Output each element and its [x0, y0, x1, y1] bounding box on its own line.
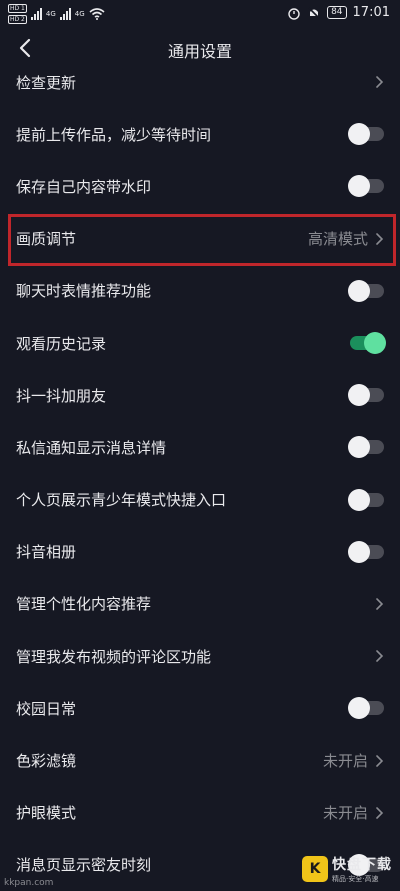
- alarm-icon: [288, 7, 300, 20]
- toggle-knob: [348, 488, 370, 511]
- battery-icon: 84: [327, 6, 347, 19]
- watermark-badge-icon: K: [302, 856, 328, 882]
- chevron-right-icon: [376, 754, 384, 767]
- highlight-box: [8, 214, 396, 266]
- chevron-right-icon: [376, 650, 384, 662]
- chevron-right-icon: [376, 76, 384, 88]
- settings-row[interactable]: 护眼模式 未开启: [0, 787, 400, 839]
- settings-row[interactable]: 私信通知显示消息详情: [0, 421, 400, 473]
- toggle-knob: [348, 697, 370, 720]
- settings-row-label: 校园日常: [16, 699, 77, 718]
- toggle-switch[interactable]: [348, 279, 384, 302]
- network-type-2: 4G: [74, 10, 85, 18]
- watermark-subtitle: 精品·安全·高速: [332, 875, 379, 883]
- settings-row-label: 抖一抖加朋友: [16, 386, 107, 405]
- watermark-text: 快盘下载 精品·安全·高速: [332, 854, 392, 884]
- settings-row[interactable]: 抖一抖加朋友: [0, 369, 400, 421]
- settings-row[interactable]: 校园日常: [0, 682, 400, 734]
- settings-row-label: 保存自己内容带水印: [16, 177, 152, 196]
- hd1-badge: HD 1: [8, 4, 27, 13]
- wifi-icon: [89, 8, 105, 20]
- settings-row-value: 未开启: [322, 804, 368, 823]
- hd2-badge: HD 2: [8, 15, 27, 24]
- toggle-knob: [348, 436, 370, 459]
- settings-row-label: 管理我发布视频的评论区功能: [16, 647, 212, 666]
- settings-row-label: 观看历史记录: [16, 334, 107, 353]
- watermark-url: kkpan.com: [4, 878, 54, 888]
- toggle-switch[interactable]: [350, 332, 386, 355]
- settings-row[interactable]: 观看历史记录: [0, 317, 400, 369]
- toggle-switch[interactable]: [348, 175, 384, 198]
- settings-row-label: 护眼模式: [16, 804, 77, 823]
- toggle-switch[interactable]: [348, 436, 384, 459]
- hd-stack: HD 1 HD 2: [8, 4, 27, 24]
- settings-row[interactable]: 管理我发布视频的评论区功能: [0, 630, 400, 682]
- settings-row[interactable]: 色彩滤镜 未开启: [0, 734, 400, 786]
- settings-row[interactable]: 管理个性化内容推荐: [0, 578, 400, 630]
- settings-list: 检查更新 提前上传作品，减少等待时间 保存自己内容带水印 画质调节 高清模式 聊天时表情推…: [0, 56, 400, 891]
- settings-row-value: 未开启: [322, 752, 368, 771]
- toggle-switch[interactable]: [348, 697, 384, 720]
- status-right: 84 17:01: [287, 5, 390, 20]
- watermark-title: 快盘下载: [332, 857, 392, 873]
- status-left: HD 1 HD 2 4G 4G: [8, 4, 105, 24]
- status-bar: HD 1 HD 2 4G 4G 84 17:01: [0, 0, 400, 28]
- settings-row[interactable]: 保存自己内容带水印: [0, 160, 400, 212]
- toggle-switch[interactable]: [348, 540, 384, 563]
- settings-row-label: 管理个性化内容推荐: [16, 595, 152, 614]
- settings-row-label: 个人页展示青少年模式快捷入口: [16, 491, 227, 510]
- settings-row-label: 检查更新: [16, 73, 77, 92]
- settings-row[interactable]: 检查更新: [0, 56, 400, 108]
- settings-row-label: 聊天时表情推荐功能: [16, 282, 152, 301]
- settings-row[interactable]: 个人页展示青少年模式快捷入口: [0, 474, 400, 526]
- toggle-switch[interactable]: [348, 123, 384, 146]
- chevron-right-icon: [376, 598, 384, 610]
- toggle-knob: [348, 123, 370, 146]
- mute-icon: [308, 6, 320, 19]
- settings-row[interactable]: 提前上传作品，减少等待时间: [0, 108, 400, 160]
- settings-row[interactable]: 聊天时表情推荐功能: [0, 265, 400, 317]
- toggle-knob: [348, 279, 370, 302]
- toggle-knob: [348, 175, 370, 198]
- signal-icon: [30, 8, 42, 20]
- settings-row[interactable]: 抖音相册: [0, 526, 400, 578]
- settings-row-label: 抖音相册: [16, 543, 77, 562]
- settings-row-label: 提前上传作品，减少等待时间: [16, 125, 212, 144]
- toggle-switch[interactable]: [348, 384, 384, 407]
- toggle-knob: [364, 332, 386, 355]
- chevron-right-icon: [376, 806, 384, 819]
- toggle-knob: [348, 384, 370, 407]
- toggle-switch[interactable]: [348, 488, 384, 511]
- settings-row-label: 消息页显示密友时刻: [16, 856, 152, 875]
- signal-icon-2: [59, 8, 71, 20]
- network-type-1: 4G: [45, 10, 56, 18]
- watermark-logo: K 快盘下载 精品·安全·高速: [302, 854, 392, 884]
- status-time: 17:01: [352, 5, 390, 20]
- settings-row-label: 私信通知显示消息详情: [16, 438, 167, 457]
- settings-row-label: 色彩滤镜: [16, 752, 77, 771]
- toggle-knob: [348, 540, 370, 563]
